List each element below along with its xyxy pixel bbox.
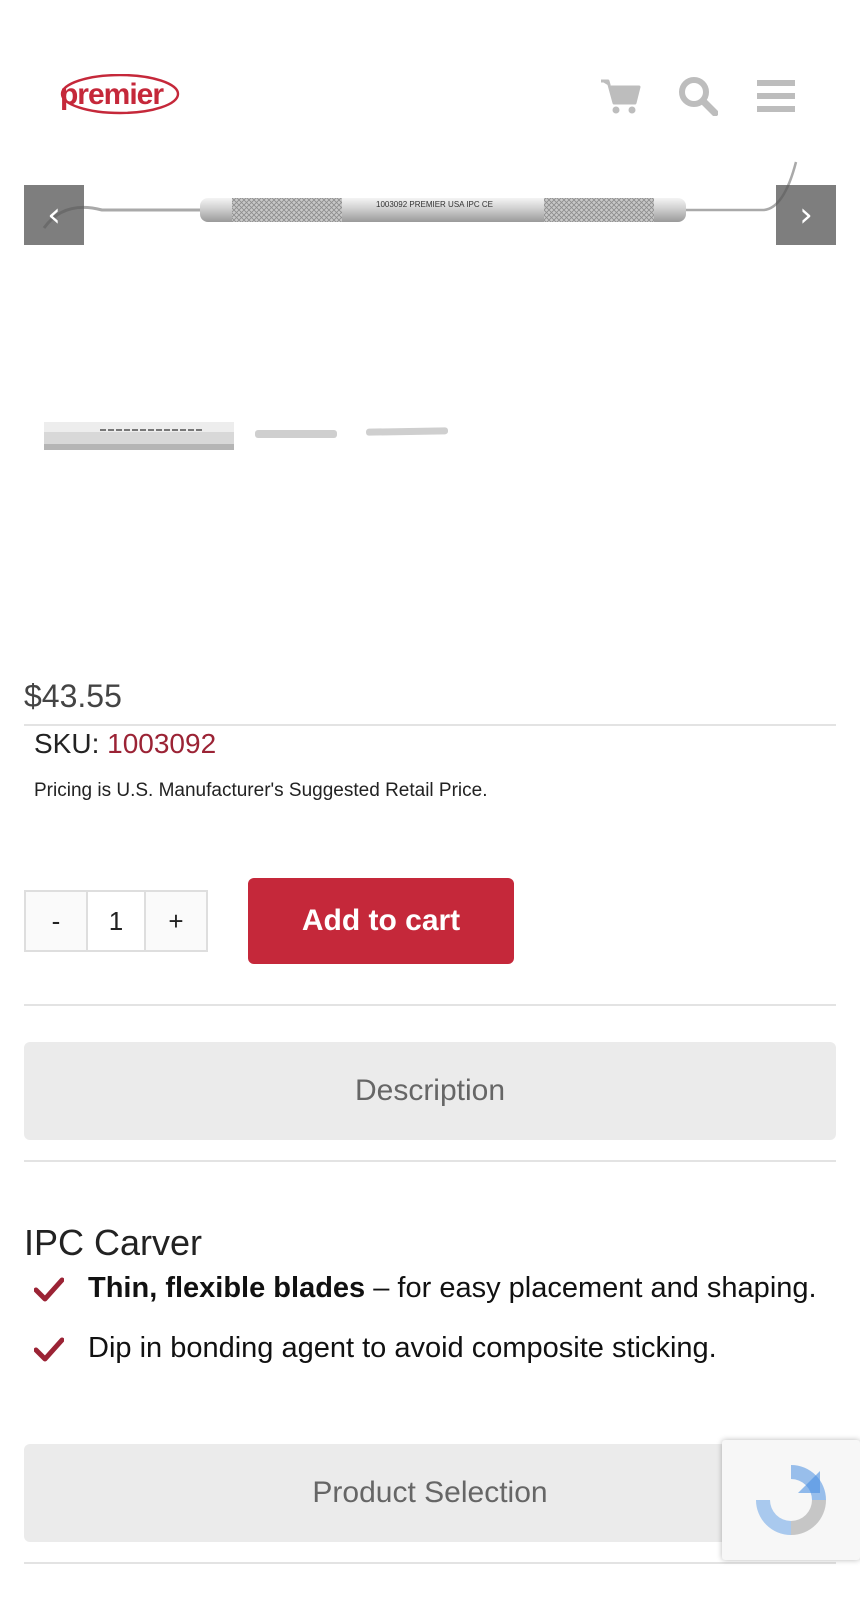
sku-value: 1003092	[107, 728, 217, 759]
bullet-bold: Thin, flexible blades	[88, 1272, 366, 1304]
recaptcha-badge[interactable]	[722, 1440, 860, 1560]
thumbnail-2[interactable]	[255, 418, 337, 458]
checkmark-icon	[34, 1337, 64, 1361]
premier-logo[interactable]: premier	[58, 74, 180, 118]
cart-icon[interactable]	[598, 74, 642, 118]
product-image: 1003092 PREMIER USA IPC CE	[42, 161, 798, 229]
quantity-increase-button[interactable]: +	[146, 892, 206, 950]
checkmark-icon	[34, 1277, 64, 1301]
divider	[24, 1160, 836, 1162]
quantity-decrease-button[interactable]: -	[26, 892, 86, 950]
divider	[24, 1004, 836, 1006]
sku-label: SKU:	[34, 728, 100, 759]
slider-prev-button[interactable]: ‹	[24, 185, 84, 245]
divider	[24, 724, 836, 726]
list-item: Thin, flexible blades – for easy placeme…	[34, 1272, 817, 1305]
product-title: IPC Carver	[24, 1222, 203, 1263]
product-image-slider[interactable]: 1003092 PREMIER USA IPC CE	[24, 160, 836, 270]
quantity-stepper: - 1 +	[24, 890, 208, 952]
slider-next-button[interactable]: ›	[776, 185, 836, 245]
thumbnail-3[interactable]	[366, 418, 448, 458]
list-item: Dip in bonding agent to avoid composite …	[34, 1332, 717, 1365]
add-to-cart-button[interactable]: Add to cart	[248, 878, 514, 964]
tab-description[interactable]: Description	[24, 1042, 836, 1140]
svg-text:premier: premier	[60, 78, 164, 111]
bullet-rest: Dip in bonding agent to avoid composite …	[88, 1332, 717, 1364]
tab-product-selection[interactable]: Product Selection	[24, 1444, 836, 1542]
menu-icon[interactable]	[754, 74, 798, 118]
sku-line: SKU: 1003092	[34, 728, 216, 760]
bullet-text: Thin, flexible blades – for easy placeme…	[88, 1272, 817, 1305]
bullet-text: Dip in bonding agent to avoid composite …	[88, 1332, 717, 1365]
quantity-input[interactable]: 1	[86, 892, 146, 950]
product-price: $43.55	[24, 678, 122, 714]
search-icon[interactable]	[676, 74, 720, 118]
divider	[24, 1562, 836, 1564]
bullet-rest: – for easy placement and shaping.	[365, 1272, 817, 1304]
recaptcha-icon	[756, 1465, 826, 1535]
pricing-note: Pricing is U.S. Manufacturer's Suggested…	[34, 780, 488, 801]
instrument-engraving: 1003092 PREMIER USA IPC CE	[376, 200, 493, 209]
thumbnail-1[interactable]	[44, 418, 234, 458]
